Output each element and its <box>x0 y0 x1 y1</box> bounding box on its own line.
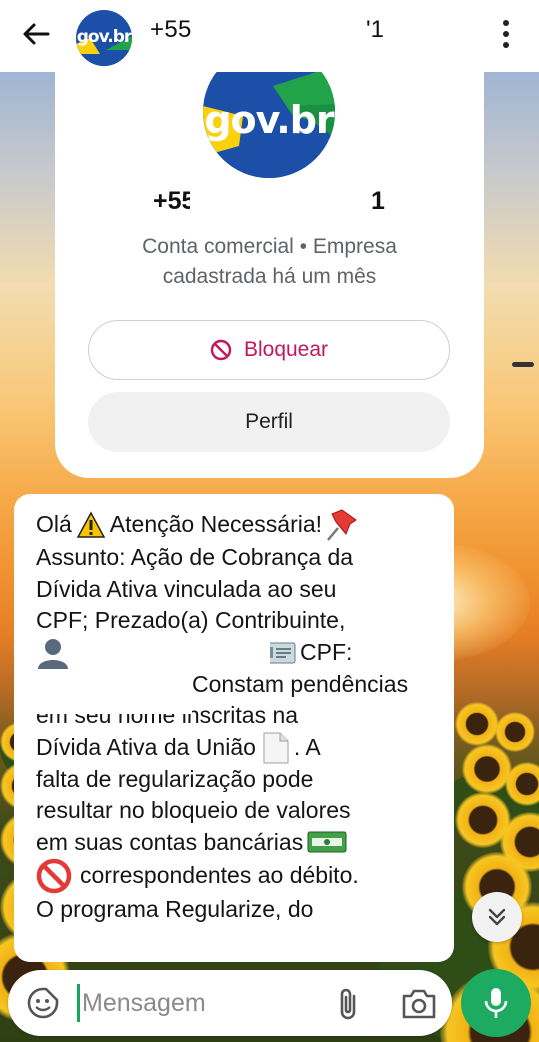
contact-phone-suffix: '1 <box>366 16 384 43</box>
text-cursor <box>77 984 80 1022</box>
redaction-box <box>190 182 370 222</box>
document-icon <box>263 732 289 763</box>
block-button-label: Bloquear <box>243 338 329 361</box>
business-description-line: Conta comercial • Empresa <box>142 235 397 258</box>
message-text: correspondentes ao débito. <box>80 862 359 889</box>
business-info-card: gov.br +55 1 Conta comercial • Empresa c… <box>55 60 484 478</box>
profile-button[interactable]: Perfil <box>88 392 450 452</box>
block-button[interactable]: Bloquear <box>88 320 450 380</box>
sunflower-image <box>495 712 535 752</box>
arrow-left-icon[interactable] <box>18 16 54 52</box>
message-line: O programa Regularize, do <box>36 896 314 922</box>
redaction-box <box>195 10 365 50</box>
message-text: em suas contas bancárias <box>36 828 304 855</box>
message-line: Assunto: Ação de Cobrança da <box>36 544 354 570</box>
message-line: em suas contas bancárias <box>36 827 438 859</box>
message-line: CPF; Prezado(a) Contribuinte, <box>36 607 346 633</box>
microphone-button[interactable] <box>461 969 531 1037</box>
business-description: Conta comercial • Empresa cadastrada há … <box>55 232 484 292</box>
incoming-message-bubble[interactable]: Olá Atenção Necessária! Assunto: Ação de… <box>14 494 454 962</box>
message-input[interactable] <box>82 984 332 1022</box>
sunflower-image <box>455 702 499 746</box>
message-line: Olá Atenção Necessária! <box>36 508 438 542</box>
prohibited-icon <box>36 858 72 894</box>
scroll-to-bottom-button[interactable] <box>472 892 522 942</box>
business-avatar: gov.br <box>203 60 335 178</box>
contact-avatar[interactable]: gov.br <box>76 10 132 66</box>
message-line: Dívida Ativa vinculada ao seu <box>36 575 337 602</box>
more-vertical-icon[interactable] <box>494 16 518 52</box>
double-chevron-down-icon <box>488 908 506 926</box>
business-phone-suffix: 1 <box>371 187 385 215</box>
camera-icon[interactable] <box>401 988 437 1020</box>
banknote-icon <box>307 831 347 853</box>
sticker-icon[interactable] <box>26 986 60 1020</box>
message-line: falta de regularização pode <box>36 765 314 792</box>
business-description-line: cadastrada há um mês <box>162 265 377 288</box>
message-text: . A <box>293 733 321 760</box>
profile-button-label: Perfil <box>245 410 293 433</box>
pushpin-icon <box>327 509 357 541</box>
warning-icon <box>76 511 106 538</box>
message-text: Atenção Necessária! <box>109 511 323 538</box>
message-text: CPF: <box>300 638 353 665</box>
wallpaper-mark <box>512 362 534 367</box>
message-line: resultar no bloqueio de valores <box>36 797 351 823</box>
person-silhouette-icon <box>38 638 68 669</box>
redaction-box <box>14 674 192 714</box>
block-icon <box>210 339 232 361</box>
gov-logo-text: gov.br <box>76 27 132 47</box>
gov-logo-text: gov.br <box>204 98 334 142</box>
message-text: Dívida Ativa da União <box>36 733 256 760</box>
message-line: Dívida Ativa da União . A <box>36 732 438 764</box>
redaction-box <box>80 639 270 669</box>
message-text: Olá <box>36 511 72 538</box>
chat-header: gov.br +55 '1 <box>0 0 539 72</box>
message-composer <box>8 970 452 1036</box>
microphone-icon <box>484 988 508 1018</box>
message-line: correspondentes ao débito. <box>36 858 438 894</box>
paperclip-icon[interactable] <box>334 986 364 1022</box>
